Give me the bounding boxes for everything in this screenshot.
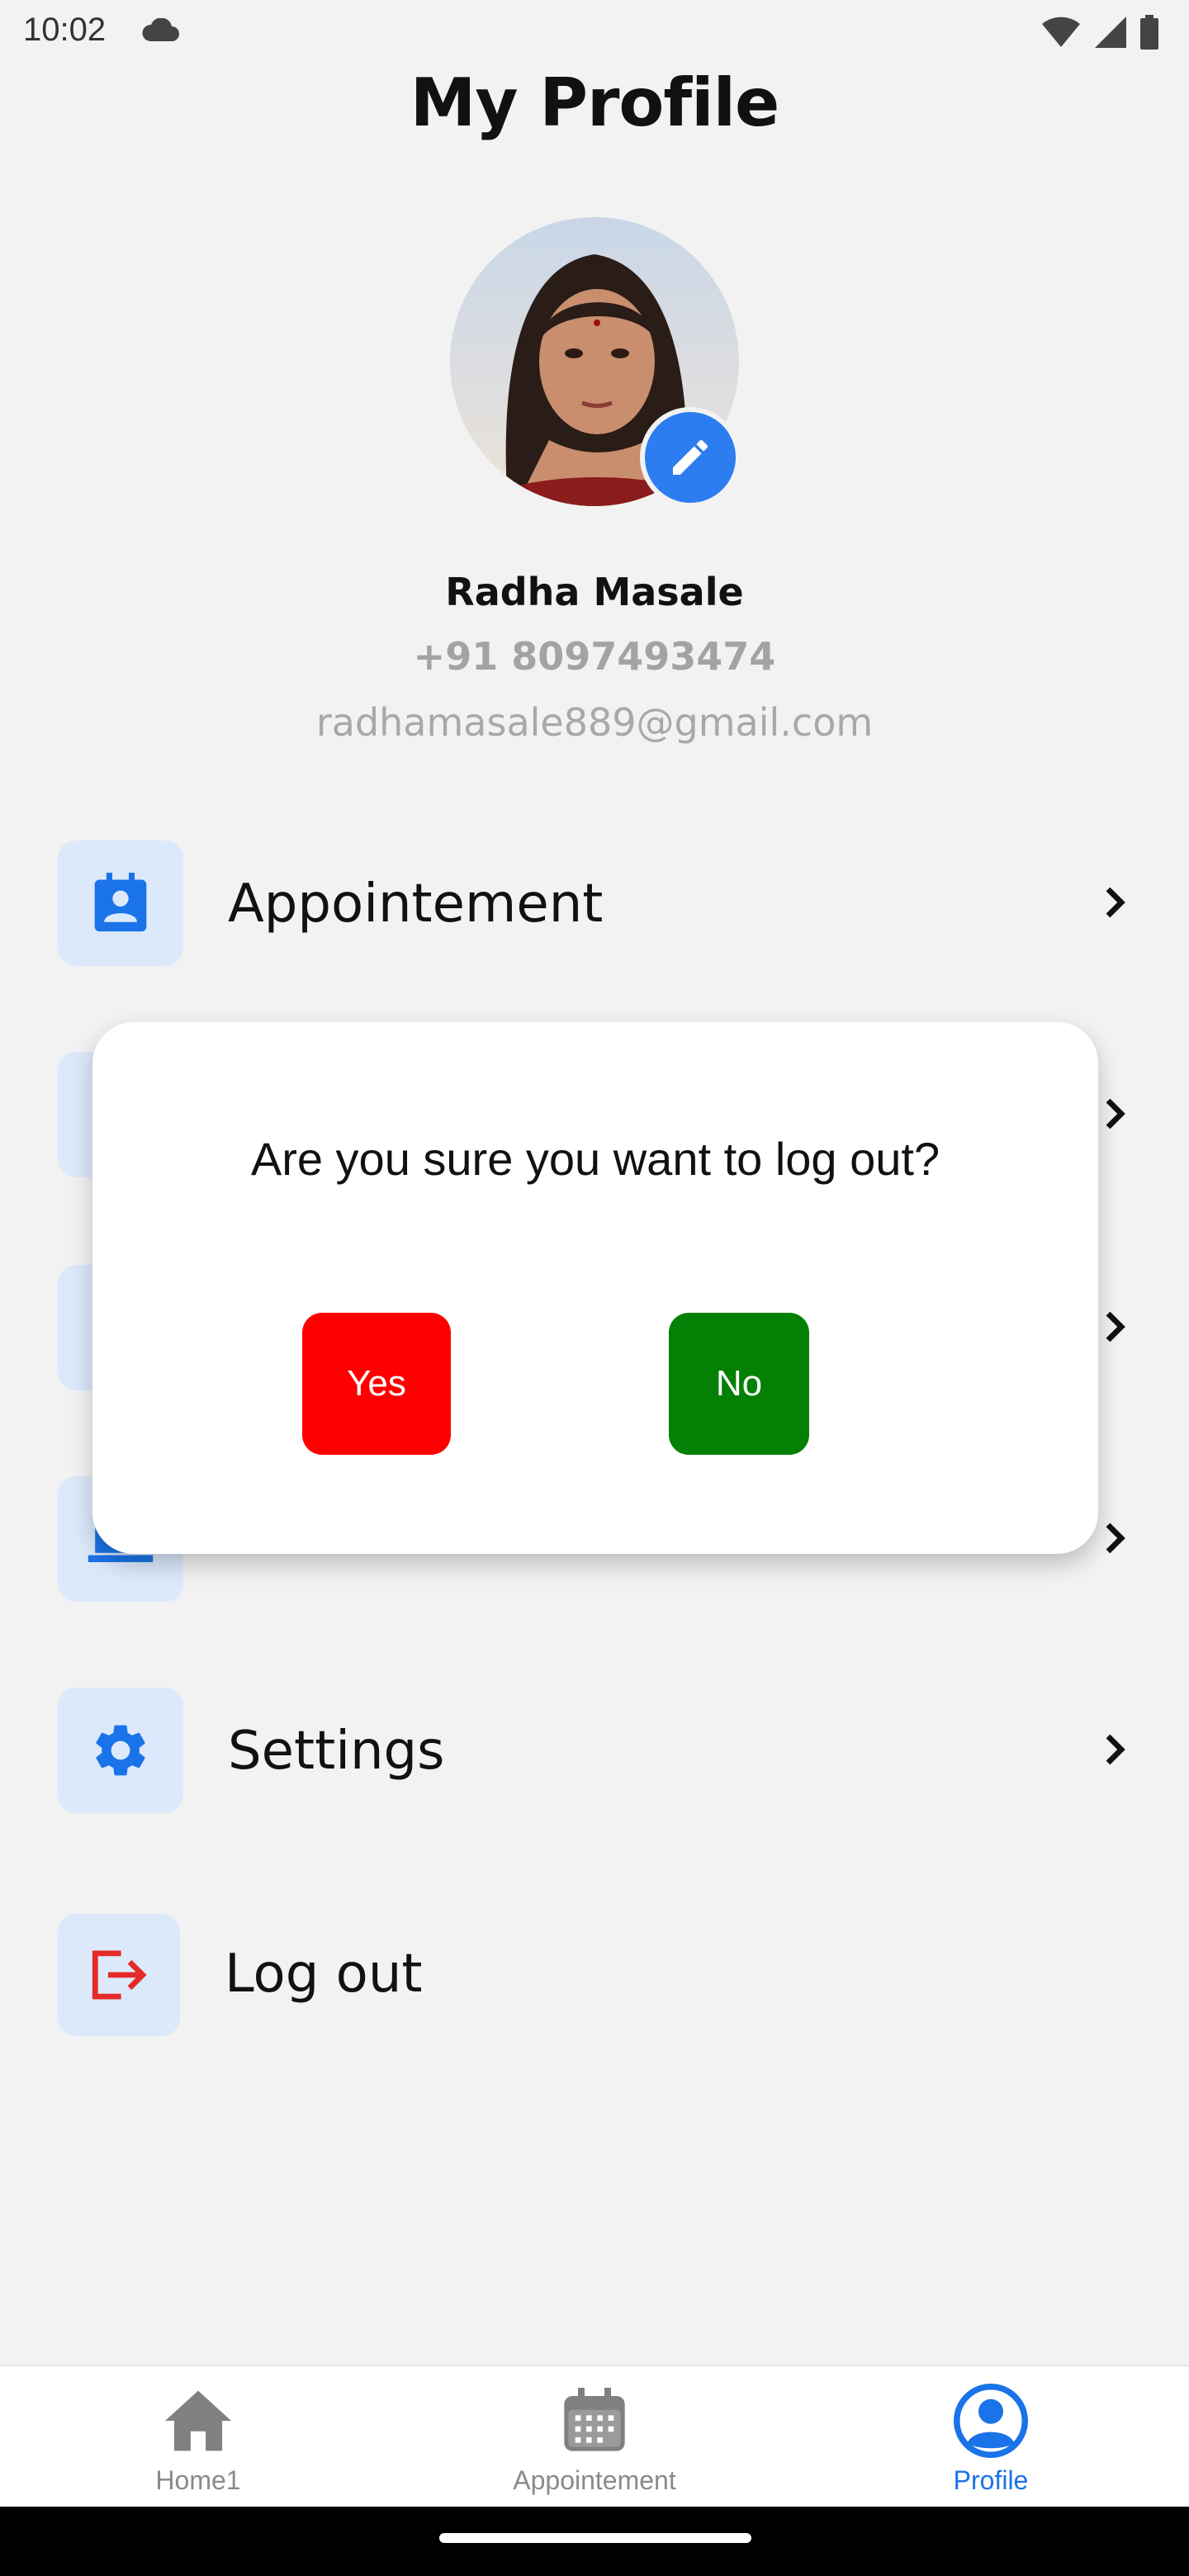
nav-item-profile[interactable]: Profile [867,2366,1115,2508]
home-gesture-handle[interactable] [439,2533,751,2543]
menu-label-logout: Log out [225,1944,423,2005]
menu-label-settings: Settings [228,1721,445,1782]
status-bar: 10:02 [0,0,1189,69]
no-button[interactable]: No [669,1313,809,1455]
menu-item-settings[interactable]: Settings [58,1688,1131,1813]
user-phone: +91 8097493474 [413,634,776,679]
page-title: My Profile [410,64,780,141]
appointment-card-icon-box [58,841,183,966]
status-time: 10:02 [23,12,107,48]
signal-icon [1095,17,1126,48]
user-name: Radha Masale [445,570,744,614]
user-email: radhamasale889@gmail.com [315,700,874,745]
gear-icon [96,1725,145,1776]
yes-button[interactable]: Yes [302,1313,451,1455]
wifi-icon [1042,17,1080,47]
chevron-right-icon [1106,1522,1125,1554]
nav-label-appointment: Appointement [513,2465,676,2495]
system-gesture-bar [0,2507,1189,2576]
logout-dialog: Are you sure you want to log out? Yes No [92,1022,1098,1554]
chevron-right-icon [1106,887,1125,918]
logout-icon [92,1950,147,2000]
menu-item-appointment[interactable]: Appointement [58,841,1131,966]
contact-calendar-icon [94,873,147,932]
chevron-right-icon [1106,1311,1125,1342]
menu-item-logout[interactable]: Log out [58,1914,1131,2036]
nav-label-home: Home1 [155,2465,241,2495]
edit-avatar-button[interactable] [640,407,741,508]
profile-icon [954,2384,1028,2458]
chevron-right-icon [1106,1098,1125,1129]
home-icon [165,2390,231,2451]
cloud-icon [142,18,179,41]
nav-item-appointment[interactable]: Appointement [471,2366,718,2508]
dialog-message: Are you sure you want to log out? [250,1133,940,1185]
nav-item-home[interactable]: Home1 [74,2366,322,2508]
battery-icon [1140,15,1158,50]
menu-label-appointment: Appointement [228,874,604,935]
bottom-nav: Home1 Appointement Profile [0,2365,1189,2507]
settings-icon-box [58,1688,183,1813]
logout-icon-box [58,1914,180,2036]
nav-label-profile: Profile [953,2465,1029,2495]
status-icons [1040,15,1159,50]
pencil-icon [673,439,708,475]
calendar-icon [564,2388,625,2451]
profile-avatar-area [450,217,741,508]
chevron-right-icon [1106,1734,1125,1765]
